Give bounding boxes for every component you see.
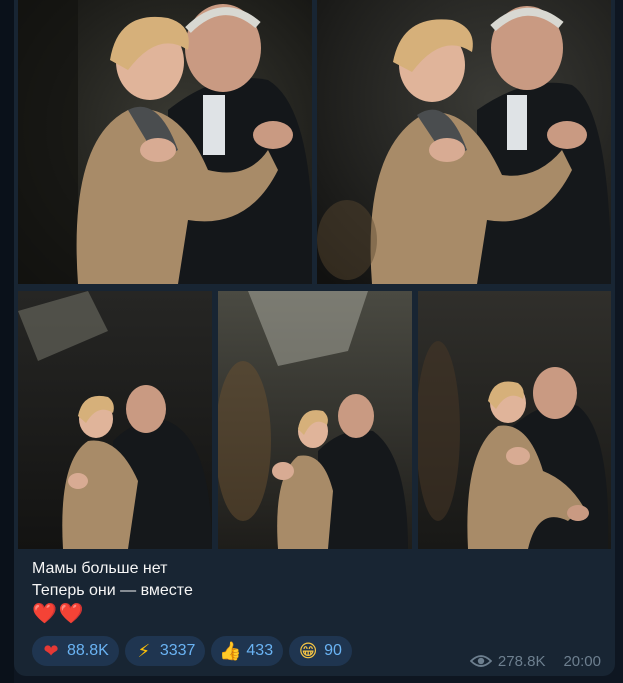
reactions-bar: ❤ 88.8K ⚡ 3337 👍 433 😁 90 (32, 636, 352, 666)
channel-post-bubble: Мамы больше нет Теперь они — вместе ❤️ ❤️… (14, 0, 615, 676)
heart-icon: ❤ (43, 641, 59, 661)
photo-2[interactable] (317, 0, 611, 284)
thumbs-up-icon: 👍 (219, 641, 242, 661)
photo-4[interactable] (218, 291, 412, 549)
grinning-face-icon: 😁 (298, 641, 318, 661)
reaction-grinning-face[interactable]: 😁 90 (289, 636, 352, 666)
photo-1[interactable] (18, 0, 312, 284)
eye-icon (469, 654, 493, 668)
view-count: 278.8K (497, 652, 546, 670)
reaction-lightning[interactable]: ⚡ 3337 (124, 636, 206, 666)
post-meta: 278.8K 20:00 (469, 651, 601, 671)
caption-hearts: ❤️ ❤️ (32, 602, 592, 626)
post-caption: Мамы больше нет Теперь они — вместе ❤️ ❤️ (32, 558, 592, 626)
chat-left-margin (0, 0, 14, 683)
heart-icon: ❤️ (58, 603, 84, 625)
reaction-count: 88.8K (67, 642, 109, 659)
photo-5[interactable] (418, 291, 611, 549)
reaction-heart[interactable]: ❤ 88.8K (32, 636, 119, 666)
reaction-thumbs-up[interactable]: 👍 433 (211, 636, 284, 666)
reaction-count: 433 (246, 642, 274, 659)
caption-line-2: Теперь они — вместе (32, 582, 193, 599)
reaction-count: 90 (324, 642, 342, 659)
caption-line-1: Мамы больше нет (32, 560, 168, 577)
lightning-icon: ⚡ (137, 641, 151, 661)
photo-3[interactable] (18, 291, 212, 549)
post-time: 20:00 (563, 652, 601, 670)
reaction-count: 3337 (159, 642, 196, 659)
heart-icon: ❤️ (32, 603, 57, 625)
